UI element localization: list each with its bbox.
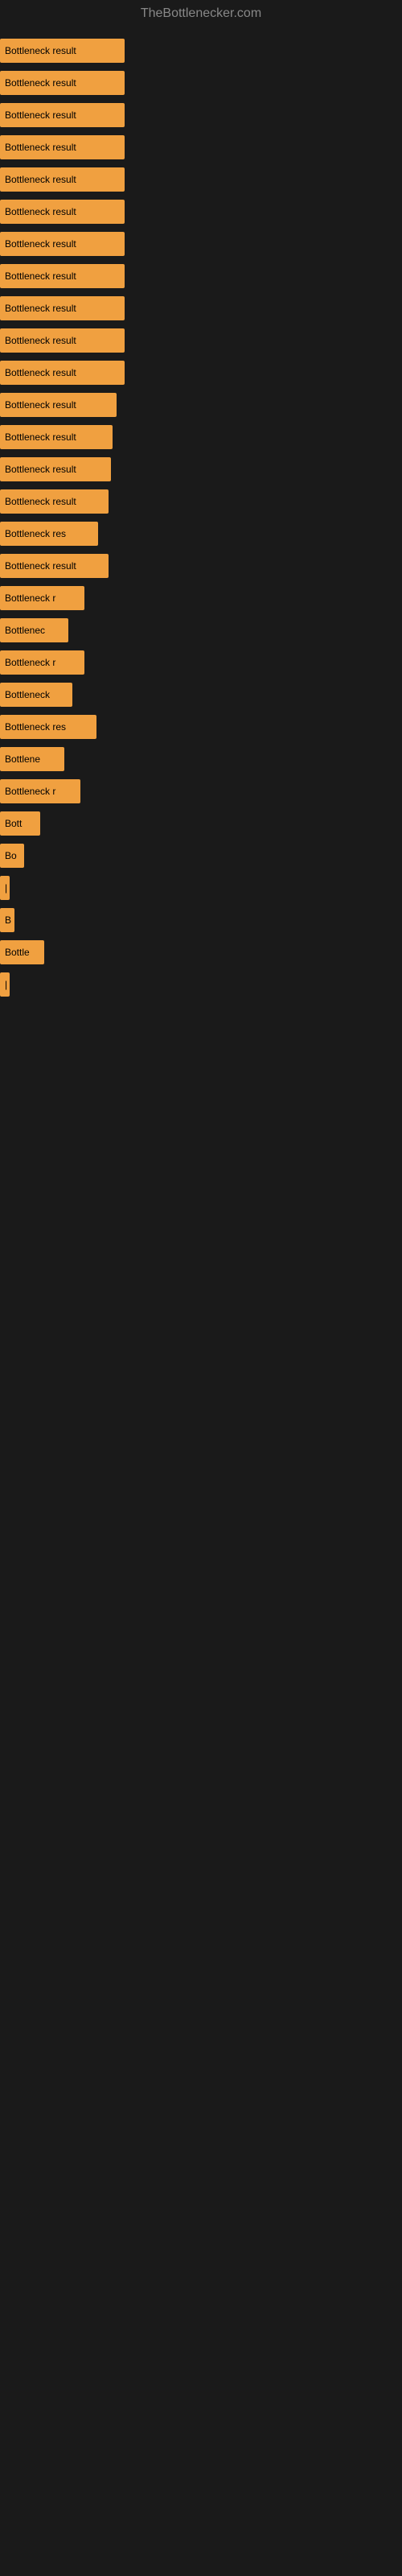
- bottleneck-bar: Bottleneck result: [0, 200, 125, 224]
- bottleneck-bar: Bottleneck: [0, 683, 72, 707]
- bottleneck-bar: Bottleneck result: [0, 103, 125, 127]
- bar-row: Bottleneck r: [0, 583, 402, 613]
- bottleneck-bar: Bottleneck result: [0, 264, 125, 288]
- bottleneck-bar: Bottleneck result: [0, 328, 125, 353]
- bar-row: |: [0, 873, 402, 903]
- bottleneck-bar: Bottleneck result: [0, 71, 125, 95]
- bottleneck-bar: Bott: [0, 811, 40, 836]
- bottleneck-bar: Bottleneck res: [0, 715, 96, 739]
- bar-row: Bottleneck result: [0, 229, 402, 259]
- bottleneck-bar: |: [0, 876, 10, 900]
- bar-row: Bo: [0, 840, 402, 871]
- bar-row: Bottlenec: [0, 615, 402, 646]
- bottleneck-bar: Bottleneck result: [0, 425, 113, 449]
- bar-row: Bottleneck result: [0, 390, 402, 420]
- page-title: TheBottlenecker.com: [0, 0, 402, 27]
- bottleneck-bar: Bottleneck res: [0, 522, 98, 546]
- bar-row: Bott: [0, 808, 402, 839]
- bar-row: Bottleneck result: [0, 100, 402, 130]
- bars-container: Bottleneck result Bottleneck result Bottle…: [0, 27, 402, 1009]
- bar-row: |: [0, 969, 402, 1000]
- bar-row: Bottleneck result: [0, 325, 402, 356]
- bar-row: Bottlene: [0, 744, 402, 774]
- bar-row: Bottleneck result: [0, 454, 402, 485]
- bottleneck-bar: Bottleneck result: [0, 489, 109, 514]
- bar-row: Bottleneck result: [0, 551, 402, 581]
- bottleneck-bar: Bottlene: [0, 747, 64, 771]
- bottleneck-bar: |: [0, 972, 10, 997]
- bar-row: B: [0, 905, 402, 935]
- bar-row: Bottleneck result: [0, 422, 402, 452]
- bottleneck-bar: Bottle: [0, 940, 44, 964]
- bottleneck-bar: Bottleneck result: [0, 39, 125, 63]
- bar-row: Bottleneck r: [0, 647, 402, 678]
- site-title: TheBottlenecker.com: [141, 6, 261, 20]
- bottleneck-bar: Bottleneck r: [0, 650, 84, 675]
- bar-row: Bottleneck result: [0, 35, 402, 66]
- bottleneck-bar: Bottleneck result: [0, 457, 111, 481]
- bottleneck-bar: Bottleneck result: [0, 232, 125, 256]
- bottleneck-bar: Bottleneck r: [0, 586, 84, 610]
- bottleneck-bar: Bottlenec: [0, 618, 68, 642]
- bottleneck-bar: B: [0, 908, 14, 932]
- bottleneck-bar: Bottleneck result: [0, 393, 117, 417]
- bar-row: Bottleneck result: [0, 357, 402, 388]
- bar-row: Bottleneck result: [0, 164, 402, 195]
- bottleneck-bar: Bottleneck result: [0, 361, 125, 385]
- bar-row: Bottleneck result: [0, 68, 402, 98]
- bottleneck-bar: Bottleneck result: [0, 167, 125, 192]
- bottleneck-bar: Bo: [0, 844, 24, 868]
- bar-row: Bottleneck result: [0, 261, 402, 291]
- bar-row: Bottleneck res: [0, 712, 402, 742]
- bottleneck-bar: Bottleneck result: [0, 554, 109, 578]
- bar-row: Bottleneck result: [0, 293, 402, 324]
- bar-row: Bottleneck result: [0, 486, 402, 517]
- bar-row: Bottle: [0, 937, 402, 968]
- bar-row: Bottleneck result: [0, 196, 402, 227]
- bar-row: Bottleneck: [0, 679, 402, 710]
- bar-row: Bottleneck r: [0, 776, 402, 807]
- bar-row: Bottleneck result: [0, 132, 402, 163]
- bottleneck-bar: Bottleneck result: [0, 296, 125, 320]
- bar-row: Bottleneck res: [0, 518, 402, 549]
- bottleneck-bar: Bottleneck result: [0, 135, 125, 159]
- bottleneck-bar: Bottleneck r: [0, 779, 80, 803]
